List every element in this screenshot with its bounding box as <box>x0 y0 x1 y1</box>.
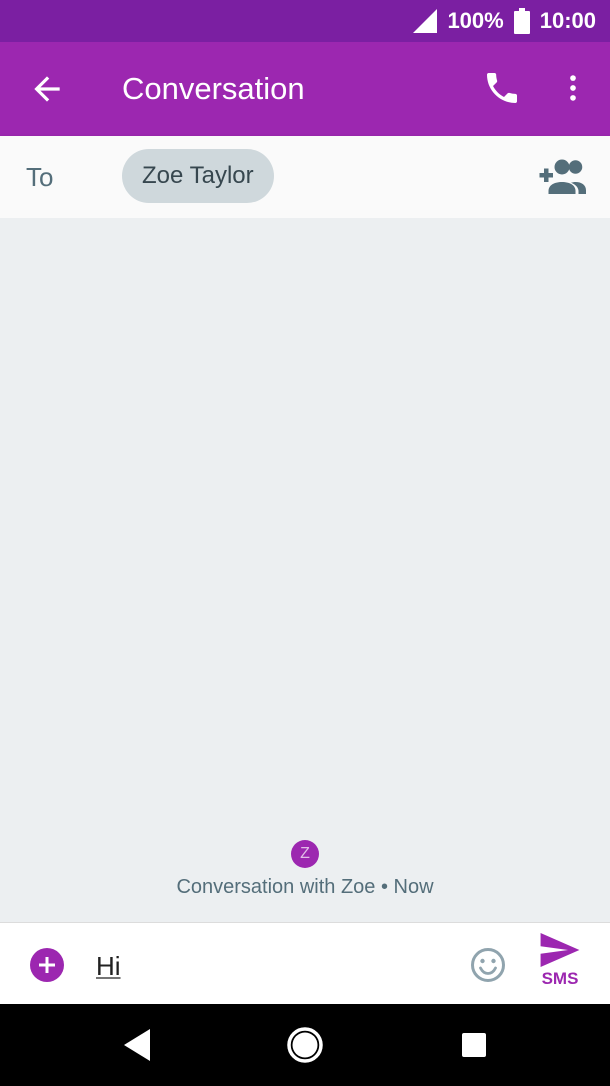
nav-home-icon[interactable] <box>284 1024 326 1066</box>
recipient-bar: To Zoe Taylor <box>0 136 610 218</box>
status-time: 10:00 <box>539 8 596 33</box>
send-icon <box>540 933 580 967</box>
compose-bar: Hi SMS <box>0 922 610 1004</box>
send-label: SMS <box>541 969 579 988</box>
to-label: To <box>26 162 54 192</box>
system-nav-bar <box>0 1004 610 1086</box>
phone-icon[interactable] <box>482 68 522 108</box>
page-title: Conversation <box>122 71 305 106</box>
message-input[interactable]: Hi <box>96 951 121 982</box>
battery-percent: 100% <box>447 8 504 33</box>
add-attachment-icon[interactable] <box>30 948 64 982</box>
signal-icon <box>413 9 438 33</box>
back-arrow-icon[interactable] <box>28 70 66 108</box>
battery-icon <box>513 8 530 34</box>
emoji-icon[interactable] <box>470 947 506 983</box>
recipient-chip[interactable]: Zoe Taylor <box>122 149 274 203</box>
status-bar: 100% 10:00 <box>0 0 610 42</box>
conversation-info: Z Conversation with Zoe • Now <box>0 840 610 899</box>
add-people-icon[interactable] <box>538 158 586 194</box>
nav-back-icon[interactable] <box>118 1024 160 1066</box>
app-bar: Conversation <box>0 42 610 136</box>
conversation-area[interactable]: Z Conversation with Zoe • Now <box>0 218 610 922</box>
send-button[interactable]: SMS <box>536 933 584 997</box>
avatar: Z <box>291 840 319 868</box>
nav-recents-icon[interactable] <box>453 1024 495 1066</box>
conversation-info-text: Conversation with Zoe • Now <box>176 876 434 898</box>
more-vert-icon[interactable] <box>556 68 590 108</box>
